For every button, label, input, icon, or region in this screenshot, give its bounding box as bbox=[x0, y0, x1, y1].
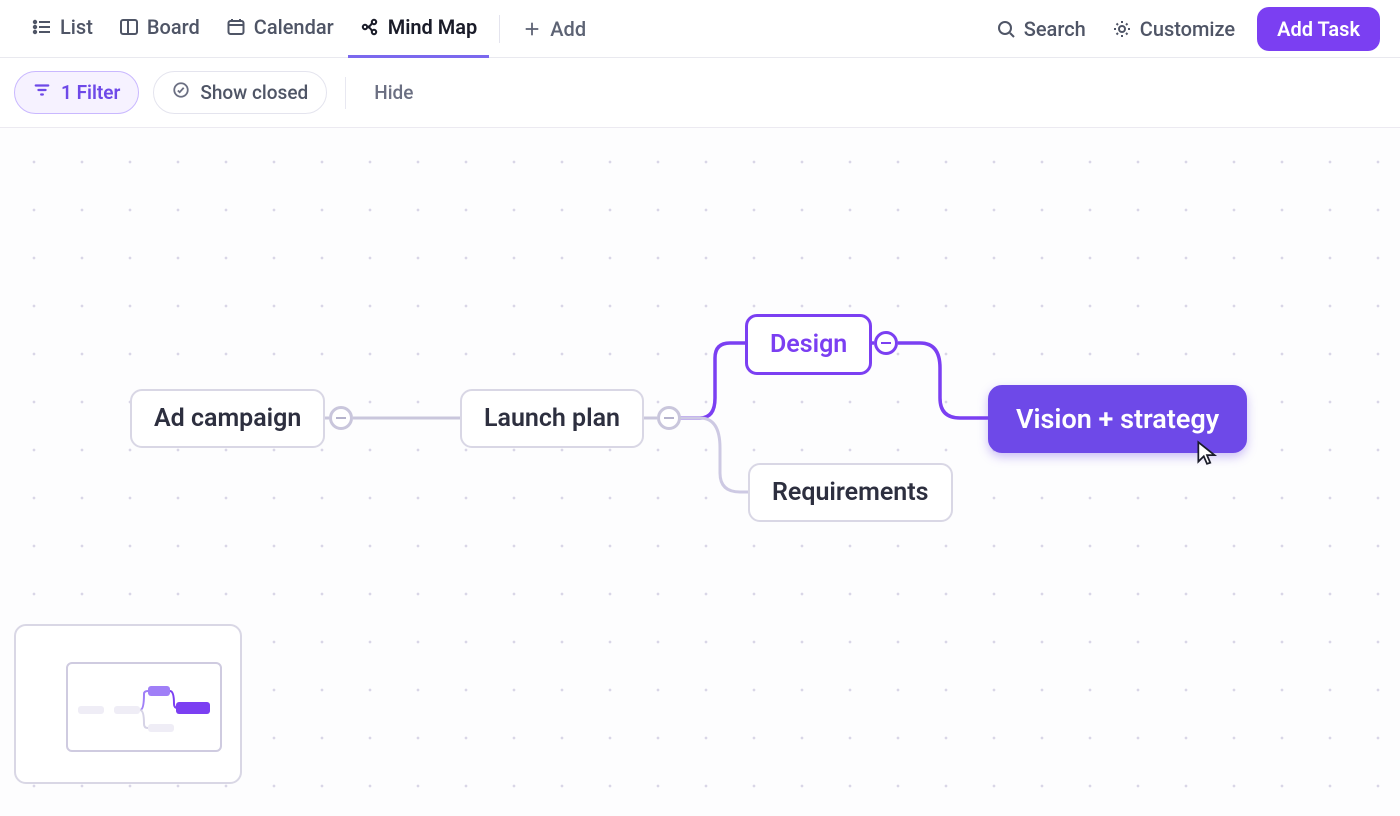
hide-button[interactable]: Hide bbox=[364, 81, 423, 104]
check-circle-icon bbox=[172, 81, 190, 104]
search-label: Search bbox=[1024, 17, 1086, 41]
plus-icon bbox=[522, 19, 542, 39]
board-icon bbox=[119, 17, 139, 37]
collapse-knob[interactable] bbox=[874, 331, 898, 355]
view-tab-label: Mind Map bbox=[388, 15, 478, 39]
top-nav: List Board Calendar Mind Map bbox=[0, 0, 1400, 58]
minimap[interactable] bbox=[14, 624, 242, 784]
view-tab-calendar[interactable]: Calendar bbox=[214, 0, 346, 58]
node-label: Vision + strategy bbox=[1016, 403, 1219, 435]
collapse-knob[interactable] bbox=[657, 406, 681, 430]
filter-pill[interactable]: 1 Filter bbox=[14, 71, 139, 114]
divider bbox=[499, 15, 500, 43]
node-label: Launch plan bbox=[484, 404, 620, 433]
add-view-button[interactable]: Add bbox=[510, 17, 598, 41]
customize-label: Customize bbox=[1140, 17, 1235, 41]
filter-label: 1 Filter bbox=[61, 81, 120, 104]
gear-icon bbox=[1112, 19, 1132, 39]
view-tab-board[interactable]: Board bbox=[107, 0, 212, 58]
mindmap-canvas[interactable]: Ad campaign Launch plan Design Requireme… bbox=[0, 128, 1400, 816]
show-closed-label: Show closed bbox=[200, 81, 308, 104]
view-tab-mindmap[interactable]: Mind Map bbox=[348, 0, 490, 58]
collapse-knob[interactable] bbox=[329, 406, 353, 430]
node-label: Design bbox=[770, 330, 847, 359]
node-label: Ad campaign bbox=[154, 404, 301, 433]
view-tab-label: Calendar bbox=[254, 15, 334, 39]
customize-button[interactable]: Customize bbox=[1100, 17, 1247, 41]
add-task-button[interactable]: Add Task bbox=[1257, 7, 1380, 51]
divider bbox=[345, 77, 346, 109]
calendar-icon bbox=[226, 17, 246, 37]
search-icon bbox=[996, 19, 1016, 39]
view-tab-label: Board bbox=[147, 15, 200, 39]
minimap-viewport[interactable] bbox=[66, 662, 222, 752]
list-icon bbox=[32, 17, 52, 37]
view-tab-label: List bbox=[60, 15, 93, 39]
mindmap-node-ad-campaign[interactable]: Ad campaign bbox=[130, 389, 325, 448]
node-label: Requirements bbox=[772, 478, 929, 507]
mindmap-icon bbox=[360, 17, 380, 37]
filter-icon bbox=[33, 81, 51, 104]
mindmap-node-vision-strategy[interactable]: Vision + strategy bbox=[988, 385, 1247, 453]
view-tab-list[interactable]: List bbox=[20, 0, 105, 58]
mindmap-node-design[interactable]: Design bbox=[745, 314, 872, 375]
filter-bar: 1 Filter Show closed Hide bbox=[0, 58, 1400, 128]
mindmap-node-requirements[interactable]: Requirements bbox=[748, 463, 953, 522]
add-task-label: Add Task bbox=[1277, 17, 1360, 41]
hide-label: Hide bbox=[374, 81, 413, 104]
show-closed-pill[interactable]: Show closed bbox=[153, 71, 327, 114]
search-button[interactable]: Search bbox=[984, 17, 1098, 41]
add-view-label: Add bbox=[550, 17, 586, 41]
mindmap-node-launch-plan[interactable]: Launch plan bbox=[460, 389, 644, 448]
